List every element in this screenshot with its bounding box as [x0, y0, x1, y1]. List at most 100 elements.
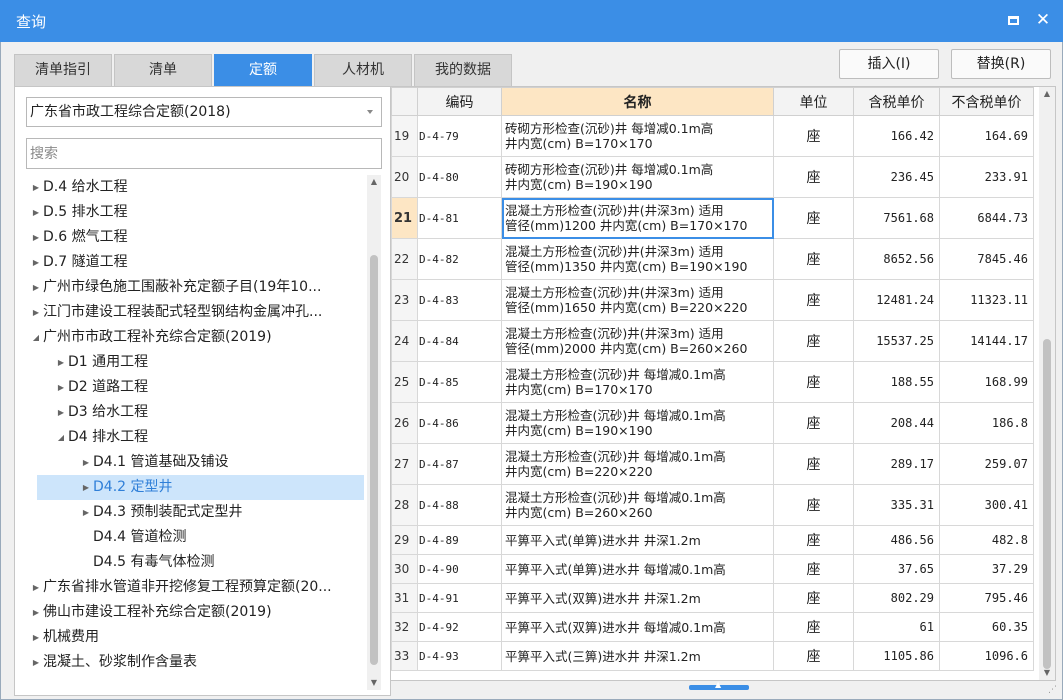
table-row[interactable]: 32 D-4-92 平箅平入式(双箅)进水井 每增减0.1m高 座 61 60.35	[391, 612, 1034, 642]
row-number[interactable]: 23	[391, 279, 418, 321]
cell-tax-price[interactable]: 208.44	[853, 402, 940, 444]
cell-code[interactable]: D-4-93	[417, 641, 502, 671]
scroll-down-icon[interactable]: ▼	[367, 676, 381, 690]
collapse-arrow-icon[interactable]: ◢	[54, 425, 68, 450]
cell-tax-price[interactable]: 486.56	[853, 525, 940, 555]
tree-item[interactable]: ▶ 机械费用	[29, 625, 364, 650]
row-number[interactable]: 30	[391, 554, 418, 584]
expand-arrow-icon[interactable]: ▶	[29, 175, 43, 200]
tree-item[interactable]: ▶ 广州市绿色施工围蔽补充定额子目(19年10...	[29, 275, 364, 300]
cell-tax-price[interactable]: 166.42	[853, 115, 940, 157]
expand-arrow-icon[interactable]: ▶	[29, 225, 43, 250]
cell-unit[interactable]: 座	[773, 443, 854, 485]
maximize-icon[interactable]	[1003, 10, 1023, 30]
tree-item[interactable]: ▶ D4.3 预制装配式定型井	[79, 500, 364, 525]
cell-tax-price[interactable]: 236.45	[853, 156, 940, 198]
cell-unit[interactable]: 座	[773, 525, 854, 555]
tab-bill-guide[interactable]: 清单指引	[14, 54, 112, 86]
cell-notax-price[interactable]: 164.69	[939, 115, 1034, 157]
cell-notax-price[interactable]: 233.91	[939, 156, 1034, 198]
cell-name[interactable]: 平箅平入式(三箅)进水井 井深1.2m	[501, 641, 774, 671]
cell-notax-price[interactable]: 37.29	[939, 554, 1034, 584]
cell-code[interactable]: D-4-88	[417, 484, 502, 526]
column-header-tax-price[interactable]: 含税单价	[853, 87, 940, 116]
cell-notax-price[interactable]: 60.35	[939, 612, 1034, 642]
tree-scrollbar[interactable]: ▲ ▼	[367, 175, 381, 690]
expand-arrow-icon[interactable]: ▶	[29, 200, 43, 225]
cell-name[interactable]: 砖砌方形检查(沉砂)井 每增减0.1m高 井内宽(cm) B=170×170	[501, 115, 774, 157]
row-number[interactable]: 29	[391, 525, 418, 555]
expand-arrow-icon[interactable]: ▶	[79, 450, 93, 475]
tree-item[interactable]: D4.4 管道检测	[79, 525, 364, 550]
tree-item[interactable]: ▶ D.5 排水工程	[29, 200, 364, 225]
tree-item[interactable]: D4.5 有毒气体检测	[79, 550, 364, 575]
row-number[interactable]: 31	[391, 583, 418, 613]
resize-grip-icon[interactable]: ⋰	[1048, 685, 1058, 695]
table-row[interactable]: 31 D-4-91 平箅平入式(双箅)进水井 井深1.2m 座 802.29 795.46	[391, 583, 1034, 613]
cell-code[interactable]: D-4-82	[417, 238, 502, 280]
cell-notax-price[interactable]: 11323.11	[939, 279, 1034, 321]
cell-tax-price[interactable]: 289.17	[853, 443, 940, 485]
cell-name[interactable]: 混凝土方形检查(沉砂)井(井深3m) 适用 管径(mm)1200 井内宽(cm) …	[501, 197, 774, 239]
expand-arrow-icon[interactable]: ▶	[29, 625, 43, 650]
cell-tax-price[interactable]: 335.31	[853, 484, 940, 526]
tree-item[interactable]: ▶ D.4 给水工程	[29, 175, 364, 200]
tab-bill[interactable]: 清单	[114, 54, 212, 86]
cell-unit[interactable]: 座	[773, 238, 854, 280]
expand-arrow-icon[interactable]: ▶	[79, 475, 93, 500]
cell-name[interactable]: 平箅平入式(单箅)进水井 每增减0.1m高	[501, 554, 774, 584]
cell-tax-price[interactable]: 15537.25	[853, 320, 940, 362]
scroll-down-icon[interactable]: ▼	[1039, 666, 1055, 680]
cell-unit[interactable]: 座	[773, 484, 854, 526]
cell-code[interactable]: D-4-90	[417, 554, 502, 584]
cell-unit[interactable]: 座	[773, 402, 854, 444]
tree-scroll-thumb[interactable]	[370, 255, 378, 665]
row-number[interactable]: 27	[391, 443, 418, 485]
row-number[interactable]: 24	[391, 320, 418, 362]
table-row[interactable]: 19 D-4-79 砖砌方形检查(沉砂)井 每增减0.1m高 井内宽(cm) B=17…	[391, 115, 1034, 157]
cell-unit[interactable]: 座	[773, 554, 854, 584]
grid-scroll-thumb[interactable]	[1043, 339, 1051, 669]
cell-tax-price[interactable]: 61	[853, 612, 940, 642]
table-row[interactable]: 33 D-4-93 平箅平入式(三箅)进水井 井深1.2m 座 1105.86 1096.…	[391, 641, 1034, 671]
cell-tax-price[interactable]: 188.55	[853, 361, 940, 403]
table-row[interactable]: 26 D-4-86 混凝土方形检查(沉砂)井 每增减0.1m高 井内宽(cm) B=1…	[391, 402, 1034, 444]
table-row[interactable]: 28 D-4-88 混凝土方形检查(沉砂)井 每增减0.1m高 井内宽(cm) B=2…	[391, 484, 1034, 526]
cell-notax-price[interactable]: 168.99	[939, 361, 1034, 403]
cell-code[interactable]: D-4-89	[417, 525, 502, 555]
search-input[interactable]	[26, 138, 382, 169]
cell-code[interactable]: D-4-92	[417, 612, 502, 642]
cell-code[interactable]: D-4-79	[417, 115, 502, 157]
grid-horizontal-scrollbar[interactable]: ▲	[391, 680, 1031, 695]
scroll-up-icon[interactable]: ▲	[1039, 87, 1055, 101]
cell-name[interactable]: 混凝土方形检查(沉砂)井 每增减0.1m高 井内宽(cm) B=260×260	[501, 484, 774, 526]
cell-unit[interactable]: 座	[773, 115, 854, 157]
expand-arrow-icon[interactable]: ▶	[54, 350, 68, 375]
cell-notax-price[interactable]: 482.8	[939, 525, 1034, 555]
column-header-name[interactable]: 名称	[501, 87, 774, 116]
row-number[interactable]: 22	[391, 238, 418, 280]
collapse-arrow-icon[interactable]: ◢	[29, 325, 43, 350]
table-row[interactable]: 30 D-4-90 平箅平入式(单箅)进水井 每增减0.1m高 座 37.65 37.29	[391, 554, 1034, 584]
table-row[interactable]: 23 D-4-83 混凝土方形检查(沉砂)井(井深3m) 适用 管径(mm)1650 …	[391, 279, 1034, 321]
tree-item[interactable]: ▶ 佛山市建设工程补充综合定额(2019)	[29, 600, 364, 625]
cell-unit[interactable]: 座	[773, 156, 854, 198]
row-number[interactable]: 25	[391, 361, 418, 403]
expand-arrow-icon[interactable]: ▶	[54, 375, 68, 400]
cell-code[interactable]: D-4-86	[417, 402, 502, 444]
close-icon[interactable]: ✕	[1033, 10, 1053, 30]
tree-item[interactable]: ▶ 江门市建设工程装配式轻型钢结构金属冲孔...	[29, 300, 364, 325]
cell-unit[interactable]: 座	[773, 197, 854, 239]
cell-tax-price[interactable]: 12481.24	[853, 279, 940, 321]
table-row[interactable]: 27 D-4-87 混凝土方形检查(沉砂)井 每增减0.1m高 井内宽(cm) B=2…	[391, 443, 1034, 485]
tab-labor-material-machine[interactable]: 人材机	[314, 54, 412, 86]
expand-arrow-icon[interactable]: ▶	[54, 400, 68, 425]
cell-name[interactable]: 混凝土方形检查(沉砂)井(井深3m) 适用 管径(mm)1650 井内宽(cm) …	[501, 279, 774, 321]
cell-name[interactable]: 混凝土方形检查(沉砂)井(井深3m) 适用 管径(mm)1350 井内宽(cm) …	[501, 238, 774, 280]
table-row[interactable]: 20 D-4-80 砖砌方形检查(沉砂)井 每增减0.1m高 井内宽(cm) B=19…	[391, 156, 1034, 198]
table-row[interactable]: 21 D-4-81 混凝土方形检查(沉砂)井(井深3m) 适用 管径(mm)1200 …	[391, 197, 1034, 239]
insert-button[interactable]: 插入(I)	[839, 49, 939, 79]
column-header-unit[interactable]: 单位	[773, 87, 854, 116]
expand-arrow-icon[interactable]: ▶	[29, 300, 43, 325]
column-header-code[interactable]: 编码	[417, 87, 502, 116]
